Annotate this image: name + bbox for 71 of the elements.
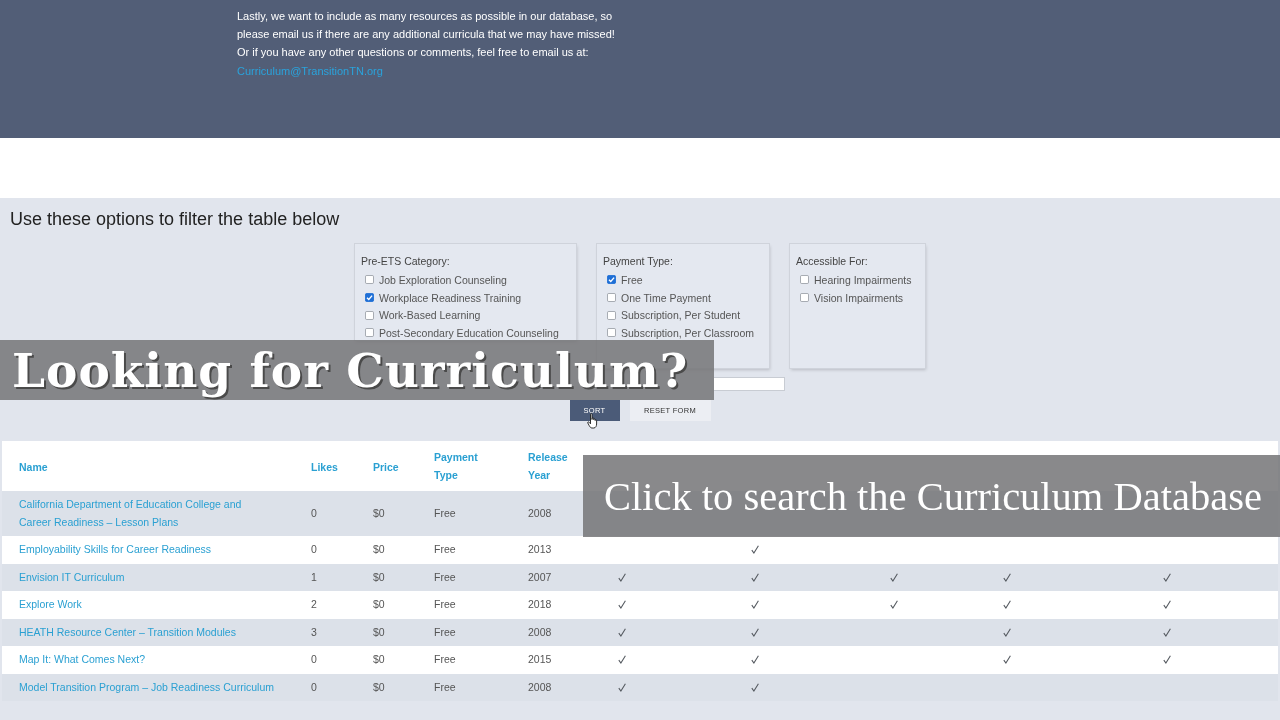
- price-text: $0: [373, 680, 385, 693]
- filter-heading: Use these options to filter the table below: [10, 208, 340, 230]
- info-paragraph: Or if you have any other questions or comments, feel free to email us at:: [237, 45, 590, 60]
- checkbox-label[interactable]: Work-Based Learning: [379, 309, 481, 322]
- curriculum-link[interactable]: Map It: What Comes Next?: [19, 651, 146, 669]
- payment-type-text: Free: [434, 598, 456, 610]
- checkbox[interactable]: [607, 275, 616, 285]
- price-text: $0: [373, 625, 385, 638]
- likes-count: 1: [311, 570, 317, 583]
- payment-type-text: Free: [434, 653, 456, 665]
- checkbox[interactable]: [365, 275, 374, 285]
- column-header[interactable]: Release Year: [528, 448, 580, 484]
- email-link[interactable]: Curriculum@TransitionTN.org: [237, 63, 383, 80]
- checkbox-label[interactable]: Hearing Impairments: [814, 273, 912, 286]
- checkbox[interactable]: [607, 310, 616, 320]
- likes-count: 2: [311, 598, 317, 610]
- filter-title: Accessible For:: [796, 254, 868, 269]
- release-year-text: 2018: [528, 598, 552, 610]
- likes-count: 0: [311, 653, 317, 665]
- payment-type-text: Free: [434, 625, 456, 638]
- checkbox[interactable]: [365, 310, 374, 320]
- price-text: $0: [373, 543, 385, 555]
- curriculum-link[interactable]: Employability Skills for Career Readiness: [19, 541, 211, 559]
- column-header[interactable]: Name: [19, 457, 48, 476]
- checkbox[interactable]: [365, 328, 374, 338]
- payment-type-text: Free: [434, 680, 456, 693]
- column-header[interactable]: Payment Type: [434, 448, 490, 484]
- checkbox-label[interactable]: Workplace Readiness Training: [379, 291, 522, 304]
- checkbox-label[interactable]: One Time Payment: [621, 291, 711, 304]
- hand-cursor-icon: [587, 413, 599, 429]
- checkbox[interactable]: [607, 328, 616, 338]
- curriculum-link[interactable]: Model Transition Program – Job Readiness Curriculum: [19, 678, 275, 696]
- likes-count: 3: [311, 625, 317, 638]
- checkbox-label[interactable]: Subscription, Per Classroom: [621, 326, 755, 339]
- release-year-text: 2008: [528, 506, 552, 519]
- curriculum-link[interactable]: Envision IT Curriculum: [19, 568, 125, 586]
- checkbox-label[interactable]: Vision Impairments: [814, 291, 904, 304]
- checkbox[interactable]: [800, 275, 809, 285]
- info-paragraph: Lastly, we want to include as many resources as possible in our database, so please email us if there are any additional curricula that we may have missed!: [237, 9, 616, 42]
- checkbox-label[interactable]: Free: [621, 273, 643, 286]
- search-field[interactable]: [714, 377, 785, 391]
- curriculum-link[interactable]: HEATH Resource Center – Transition Modules: [19, 623, 236, 641]
- checkbox[interactable]: [800, 293, 809, 303]
- checkbox-label[interactable]: Post-Secondary Education Counseling: [379, 326, 559, 339]
- release-year-text: 2008: [528, 625, 552, 638]
- checkbox-label[interactable]: Job Exploration Counseling: [379, 273, 507, 286]
- likes-count: 0: [311, 680, 317, 693]
- search-database-caption[interactable]: Click to search the Curriculum Database: [583, 455, 1280, 537]
- curriculum-link[interactable]: Explore Work: [19, 596, 82, 614]
- filter-title: Pre-ETS Category:: [361, 254, 450, 269]
- curriculum-link[interactable]: California Department of Education College and Career Readiness – Lesson Plans: [19, 496, 276, 531]
- release-year-text: 2013: [528, 543, 552, 555]
- likes-count: 0: [311, 543, 317, 555]
- checkbox-label[interactable]: Subscription, Per Student: [621, 309, 741, 322]
- filter-title: Payment Type:: [603, 254, 673, 269]
- price-text: $0: [373, 570, 385, 583]
- payment-type-text: Free: [434, 506, 456, 519]
- price-text: $0: [373, 506, 385, 519]
- likes-count: 0: [311, 506, 317, 519]
- payment-type-text: Free: [434, 570, 456, 583]
- checkbox[interactable]: [365, 293, 374, 303]
- overlay-title-caption: Looking for Curriculum?: [0, 340, 714, 400]
- release-year-text: 2007: [528, 570, 552, 583]
- column-header[interactable]: Price: [373, 457, 399, 476]
- price-text: $0: [373, 598, 385, 610]
- price-text: $0: [373, 653, 385, 665]
- column-header[interactable]: Likes: [311, 457, 338, 476]
- release-year-text: 2015: [528, 653, 552, 665]
- payment-type-text: Free: [434, 543, 456, 555]
- checkbox[interactable]: [607, 293, 616, 303]
- release-year-text: 2008: [528, 680, 552, 693]
